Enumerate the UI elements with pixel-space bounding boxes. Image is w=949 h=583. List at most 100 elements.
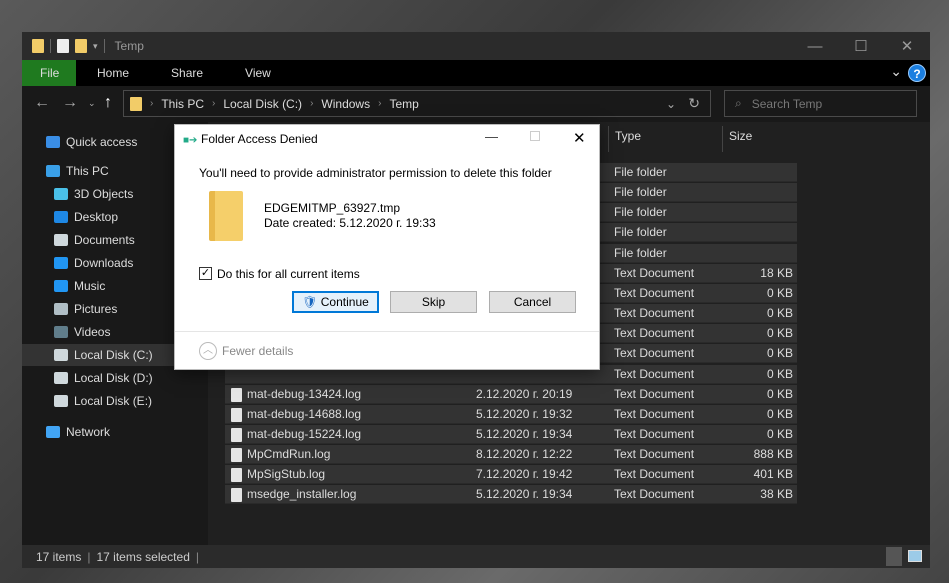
address-row: ← → ⌄ ↑ › This PC › Local Disk (C:) › Wi… — [22, 88, 930, 120]
new-folder-icon[interactable] — [75, 39, 87, 53]
file-type: File folder — [614, 245, 667, 260]
breadcrumb-windows[interactable]: Windows — [321, 97, 370, 111]
title-bar: ▾ Temp — ☐ ✕ — [22, 32, 930, 60]
status-bar: 17 items | 17 items selected | — [22, 545, 930, 568]
up-button[interactable]: ↑ — [104, 94, 112, 112]
uac-shield-icon: 🛡 — [302, 295, 318, 309]
sidebar-item-local-disk-d[interactable]: Local Disk (D:) — [22, 367, 208, 389]
sidebar-item-local-disk-e[interactable]: Local Disk (E:) — [22, 390, 208, 412]
maximize-button[interactable]: ☐ — [838, 32, 884, 60]
desktop-icon — [54, 211, 68, 223]
refresh-icon[interactable]: ↻ — [688, 95, 700, 112]
cancel-button[interactable]: Cancel — [489, 291, 576, 313]
help-icon[interactable]: ? — [908, 64, 926, 82]
file-type: Text Document — [614, 467, 695, 482]
table-row[interactable]: msedge_installer.log 5.12.2020 г. 19:34 Te… — [225, 485, 797, 505]
skip-button[interactable]: Skip — [390, 291, 477, 313]
file-type: File folder — [614, 185, 667, 200]
sidebar-item-label: Desktop — [74, 210, 119, 224]
details-view-button[interactable] — [886, 547, 902, 566]
chevron-right-icon: › — [150, 98, 154, 109]
table-row[interactable]: mat-debug-14688.log 5.12.2020 г. 19:32 Tex… — [225, 404, 797, 424]
sidebar-item-label: Pictures — [74, 302, 118, 316]
chevron-up-icon[interactable]: ︿ — [199, 342, 217, 360]
file-name: mat-debug-15224.log — [247, 426, 362, 441]
tab-share[interactable]: Share — [150, 60, 224, 86]
file-type: Text Document — [614, 285, 695, 300]
text-file-icon — [231, 407, 242, 422]
tab-file[interactable]: File — [22, 60, 76, 86]
dialog-title: Folder Access Denied — [201, 132, 318, 146]
file-name: mat-debug-13424.log — [247, 386, 362, 401]
sidebar-item-label: Documents — [74, 233, 135, 247]
file-date: 2.12.2020 г. 20:19 — [476, 386, 573, 401]
file-date: 8.12.2020 г. 12:22 — [476, 447, 573, 462]
table-row[interactable]: MpCmdRun.log 8.12.2020 г. 12:22 Text Docum… — [225, 445, 797, 465]
column-header-size[interactable]: Size — [722, 126, 800, 152]
expand-ribbon-icon[interactable]: ⌄ — [890, 63, 902, 80]
breadcrumb-temp[interactable]: Temp — [389, 97, 418, 111]
chevron-down-icon[interactable]: ⌄ — [666, 97, 676, 111]
dialog-minimize-button[interactable]: — — [485, 129, 498, 144]
properties-icon[interactable] — [57, 39, 69, 53]
chevron-right-icon: › — [212, 98, 216, 109]
sidebar-item-label: Music — [74, 279, 106, 293]
divider — [103, 39, 105, 53]
breadcrumb-this-pc[interactable]: This PC — [161, 97, 204, 111]
download-icon — [54, 257, 68, 269]
continue-button[interactable]: 🛡 Continue — [292, 291, 379, 313]
do-this-for-all-checkbox[interactable]: ✓ — [199, 267, 212, 280]
sidebar-item-label: Quick access — [66, 135, 138, 149]
column-header-type[interactable]: Type — [608, 126, 722, 152]
videos-icon — [54, 326, 68, 338]
fewer-details-link[interactable]: Fewer details — [222, 344, 293, 358]
sidebar-item-label: Network — [66, 425, 111, 439]
file-size: 0 KB — [766, 386, 793, 401]
tab-home[interactable]: Home — [76, 60, 150, 86]
table-row[interactable]: mat-debug-13424.log 2.12.2020 г. 20:19 Tex… — [225, 384, 797, 404]
date-created: Date created: 5.12.2020 г. 19:33 — [264, 216, 436, 230]
address-bar[interactable]: › This PC › Local Disk (C:) › Windows › … — [123, 90, 711, 117]
file-size: 0 KB — [766, 426, 793, 441]
window-title: Temp — [114, 39, 144, 53]
file-size: 0 KB — [766, 366, 793, 381]
folder-icon — [32, 39, 44, 53]
text-file-icon — [231, 488, 242, 503]
text-file-icon — [231, 427, 242, 442]
file-type: Text Document — [614, 326, 695, 341]
star-icon — [46, 136, 60, 148]
folder-access-denied-dialog: ■➔ Folder Access Denied — ✕ You'll need … — [174, 124, 600, 370]
file-name: MpSigStub.log — [247, 467, 326, 482]
file-type: Text Document — [614, 426, 695, 441]
file-type: Text Document — [614, 366, 695, 381]
network-icon — [46, 426, 60, 438]
file-name: mat-debug-14688.log — [247, 406, 362, 421]
file-size: 38 KB — [760, 487, 793, 502]
dialog-close-button[interactable]: ✕ — [573, 129, 586, 147]
customize-toolbar-icon[interactable]: ▾ — [93, 41, 98, 52]
file-date: 5.12.2020 г. 19:32 — [476, 406, 573, 421]
divider — [50, 39, 51, 53]
file-type: Text Document — [614, 386, 695, 401]
file-size: 18 KB — [760, 265, 793, 280]
search-input[interactable]: ⌕ Search Temp — [724, 90, 917, 117]
ribbon: File Home Share View ⌄ ? — [22, 60, 930, 86]
close-button[interactable]: ✕ — [884, 32, 930, 60]
text-file-icon — [231, 448, 242, 463]
forward-button[interactable]: → — [62, 94, 78, 112]
dialog-maximize-button — [530, 131, 540, 141]
file-name: MpCmdRun.log — [247, 447, 331, 462]
breadcrumb-local-disk-c[interactable]: Local Disk (C:) — [223, 97, 302, 111]
table-row[interactable]: MpSigStub.log 7.12.2020 г. 19:42 Text Docu… — [225, 465, 797, 485]
file-type: Text Document — [614, 487, 695, 502]
back-button[interactable]: ← — [34, 94, 50, 112]
table-row[interactable]: mat-debug-15224.log 5.12.2020 г. 19:34 Tex… — [225, 424, 797, 444]
file-type: Text Document — [614, 306, 695, 321]
large-icons-view-button[interactable] — [908, 550, 922, 562]
recent-locations-icon[interactable]: ⌄ — [88, 98, 96, 109]
minimize-button[interactable]: — — [792, 32, 838, 60]
sidebar-item-network[interactable]: Network — [22, 421, 208, 443]
tab-view[interactable]: View — [224, 60, 292, 86]
file-size: 0 KB — [766, 406, 793, 421]
divider: | — [195, 549, 199, 564]
